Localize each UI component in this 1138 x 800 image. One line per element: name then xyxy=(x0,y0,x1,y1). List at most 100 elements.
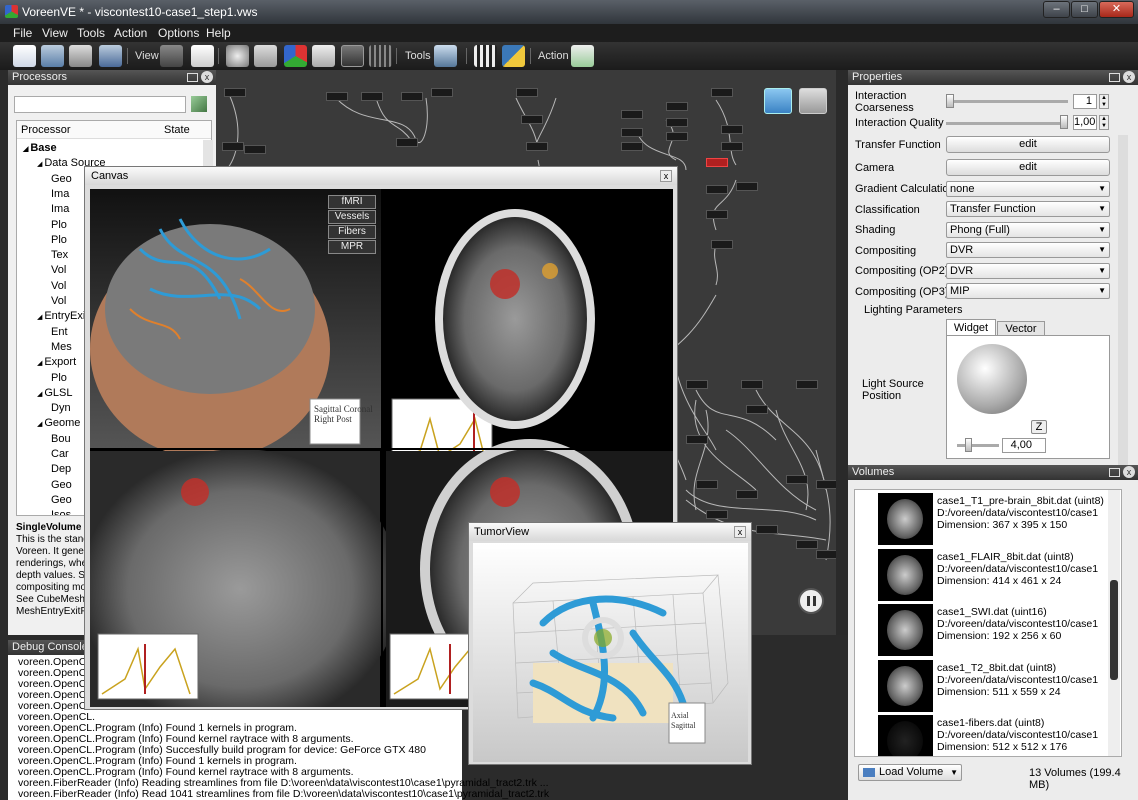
tree-item[interactable]: Mes xyxy=(51,341,72,353)
processor-node[interactable] xyxy=(711,240,733,249)
tab-widget[interactable]: Widget xyxy=(946,319,996,336)
processor-node[interactable] xyxy=(816,480,838,489)
tumor-orientation-cube[interactable]: Axial Sagittal xyxy=(671,711,695,731)
close-icon[interactable]: x xyxy=(1123,71,1135,83)
tree-item[interactable]: Tex xyxy=(51,249,68,261)
processor-node[interactable] xyxy=(706,510,728,519)
coarseness-slider-thumb[interactable] xyxy=(946,94,954,108)
volume-list-scrollbar[interactable] xyxy=(1108,490,1120,756)
processor-search-input[interactable] xyxy=(14,96,186,113)
light-distance-value[interactable]: 4,00 xyxy=(1002,438,1046,453)
processor-node[interactable] xyxy=(224,88,246,97)
link-icon[interactable] xyxy=(799,88,827,114)
processor-node[interactable] xyxy=(244,145,266,154)
light-position-sphere[interactable] xyxy=(957,344,1027,414)
screenshot-icon[interactable] xyxy=(434,45,457,67)
volume-item[interactable]: case1_FLAIR_8bit.dat (uint8) D:/voreen/da… xyxy=(855,547,1117,602)
menu-file[interactable]: File xyxy=(13,26,32,40)
scrollbar-thumb[interactable] xyxy=(1110,580,1118,680)
tree-item[interactable]: Plo xyxy=(51,234,67,246)
undock-icon[interactable] xyxy=(187,73,198,82)
tree-item[interactable]: ◢ EntryExi xyxy=(37,310,85,322)
tree-item[interactable]: Ima xyxy=(51,203,69,215)
state-column-header[interactable]: State xyxy=(164,124,190,136)
compositing-op2-select[interactable]: DVR xyxy=(946,263,1110,279)
processor-node[interactable] xyxy=(746,405,768,414)
edit-transfer-function-button[interactable]: edit xyxy=(946,136,1110,153)
navigate-icon[interactable] xyxy=(764,88,792,114)
volume-item[interactable]: case1_T2_8bit.dat (uint8) D:/voreen/data/… xyxy=(855,658,1117,713)
classification-select[interactable]: Transfer Function xyxy=(946,201,1110,217)
processor-node[interactable] xyxy=(706,210,728,219)
undock-icon[interactable] xyxy=(1109,73,1120,82)
tree-item[interactable]: Vol xyxy=(51,280,66,292)
vessels-toggle[interactable]: Vessels xyxy=(328,210,376,224)
canvas-window-titlebar[interactable]: Canvas x xyxy=(85,167,677,185)
processor-column-header[interactable]: Processor xyxy=(21,124,71,136)
processor-node[interactable] xyxy=(401,92,423,101)
tree-item[interactable]: ◢ Base xyxy=(23,142,57,154)
processor-node[interactable] xyxy=(721,142,743,151)
open-workspace-icon[interactable] xyxy=(41,45,64,67)
processor-node[interactable] xyxy=(686,380,708,389)
processor-node[interactable] xyxy=(756,525,778,534)
pause-icon[interactable] xyxy=(798,588,824,614)
chevron-down-icon[interactable]: ▼ xyxy=(950,765,958,780)
quality-value[interactable]: 1,00 xyxy=(1073,115,1097,130)
properties-icon[interactable] xyxy=(312,45,335,67)
tree-item[interactable]: ◢ Export xyxy=(37,356,76,368)
menu-options[interactable]: Options xyxy=(158,26,199,40)
processor-node[interactable] xyxy=(526,142,548,151)
menu-help[interactable]: Help xyxy=(206,26,231,40)
orientation-cube[interactable]: Sagittal Coronal Right Post xyxy=(314,404,373,424)
tree-item[interactable]: Ent xyxy=(51,326,68,338)
processor-node[interactable] xyxy=(816,550,838,559)
close-icon[interactable]: x xyxy=(1123,466,1135,478)
minimize-button[interactable]: – xyxy=(1043,1,1070,18)
close-icon[interactable]: x xyxy=(201,71,213,83)
processor-node[interactable] xyxy=(686,435,708,444)
processor-node[interactable] xyxy=(621,142,643,151)
quality-spinner[interactable]: ▲ ▼ xyxy=(1099,115,1109,130)
light-distance-slider-thumb[interactable] xyxy=(965,438,972,452)
tree-item[interactable]: Plo xyxy=(51,219,67,231)
coarseness-slider[interactable] xyxy=(946,100,1068,103)
load-volume-button[interactable]: Load Volume ▼ xyxy=(858,764,962,781)
compositing-op3-select[interactable]: MIP xyxy=(946,283,1110,299)
processor-node[interactable] xyxy=(736,182,758,191)
tree-item[interactable]: Ima xyxy=(51,188,69,200)
compositing-select[interactable]: DVR xyxy=(946,242,1110,258)
processor-node[interactable] xyxy=(521,115,543,124)
tree-item[interactable]: Geo xyxy=(51,494,72,506)
processor-node[interactable] xyxy=(222,142,244,151)
processor-node[interactable] xyxy=(431,88,453,97)
processor-node[interactable] xyxy=(706,185,728,194)
tree-item[interactable]: Dyn xyxy=(51,402,71,414)
processor-node[interactable] xyxy=(696,480,718,489)
processor-node[interactable] xyxy=(741,380,763,389)
tab-vector[interactable]: Vector xyxy=(997,321,1045,336)
tree-item[interactable]: ◢ GLSL xyxy=(37,387,72,399)
canvas-close-button[interactable]: x xyxy=(660,170,672,182)
processor-node[interactable] xyxy=(711,88,733,97)
maximize-button[interactable]: □ xyxy=(1071,1,1098,18)
processor-node[interactable] xyxy=(666,102,688,111)
mpr-toggle[interactable]: MPR xyxy=(328,240,376,254)
tumorview-window[interactable]: TumorView x Axial Sagittal xyxy=(468,522,752,765)
tree-item[interactable]: Vol xyxy=(51,264,66,276)
tree-item[interactable]: Dep xyxy=(51,463,71,475)
processor-node[interactable] xyxy=(796,540,818,549)
processor-node[interactable] xyxy=(326,92,348,101)
volume-item[interactable]: case1_SWI.dat (uint16) D:/voreen/data/vis… xyxy=(855,602,1117,657)
tree-item[interactable]: Geo xyxy=(51,479,72,491)
tumor-render-canvas[interactable]: Axial Sagittal xyxy=(473,543,748,762)
processor-node[interactable] xyxy=(666,132,688,141)
menu-view[interactable]: View xyxy=(42,26,68,40)
volume-item[interactable]: case1-fibers.dat (uint8) D:/voreen/data/v… xyxy=(855,713,1117,756)
grid-icon[interactable] xyxy=(369,45,392,67)
fmri-toggle[interactable]: fMRI xyxy=(328,195,376,209)
save-icon[interactable] xyxy=(69,45,92,67)
shading-select[interactable]: Phong (Full) xyxy=(946,222,1110,238)
tree-item[interactable]: ◢ Geome xyxy=(37,417,80,429)
coarseness-spinner[interactable]: ▲ ▼ xyxy=(1099,94,1109,109)
